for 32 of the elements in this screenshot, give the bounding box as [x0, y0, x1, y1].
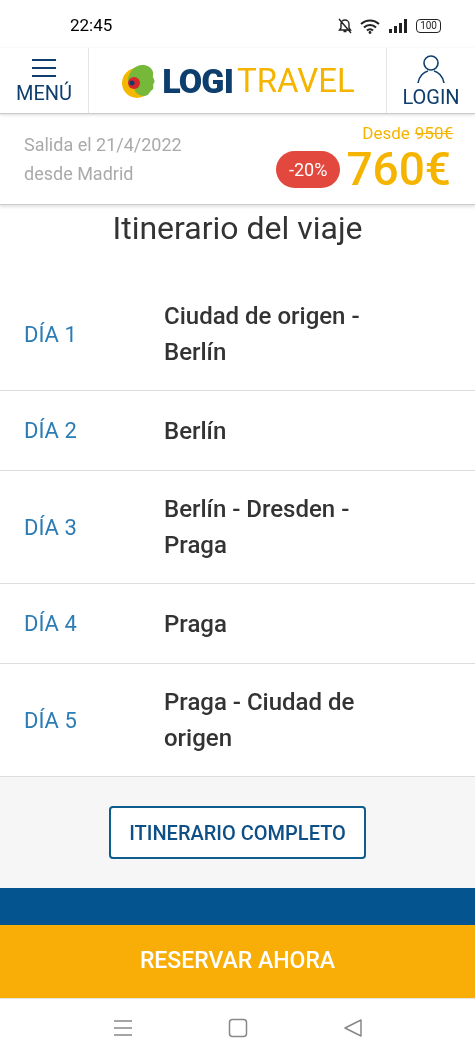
bell-off-icon [338, 18, 353, 34]
menu-icon[interactable] [112, 1018, 133, 1037]
from-label: Desde [362, 123, 410, 143]
wifi-icon [360, 18, 381, 34]
old-price: 950€ [414, 123, 453, 143]
status-time: 22:45 [70, 14, 113, 38]
menu-icon [31, 57, 57, 78]
day-label: DÍA 3 [24, 513, 78, 542]
discount-badge: -20% [276, 150, 341, 188]
logo-text: LOGI [162, 63, 234, 98]
day-route: Berlín [164, 415, 228, 447]
login-button[interactable]: LOGIN [386, 48, 475, 113]
full-itinerary-button[interactable]: ITINERARIO COMPLETO [109, 806, 366, 859]
day-label: DÍA 1 [24, 320, 78, 349]
day-label: DÍA 2 [24, 417, 78, 445]
battery-indicator: 100 [416, 19, 441, 33]
day-route: Ciudad de origen - Berlín [164, 301, 361, 368]
day-label: DÍA 4 [24, 610, 78, 638]
departure-city: desde Madrid [24, 162, 135, 186]
day-route: Berlín - Dresden - Praga [164, 494, 351, 561]
signal-icon [388, 19, 409, 33]
user-icon [417, 53, 445, 84]
day-label: DÍA 5 [24, 706, 78, 735]
itinerary-title: Itinerario del viaje [111, 208, 364, 248]
back-triangle-icon[interactable] [342, 1017, 363, 1038]
price: 760€ [346, 143, 451, 195]
departure-date: Salida el 21/4/2022 [24, 133, 182, 157]
day-route: Praga [164, 608, 228, 640]
menu-button[interactable]: MENÚ [0, 48, 89, 113]
day-route: Praga - Ciudad de origen [164, 687, 356, 754]
logo-text: TRAVEL [237, 64, 355, 97]
home-square-icon[interactable] [227, 1017, 248, 1038]
